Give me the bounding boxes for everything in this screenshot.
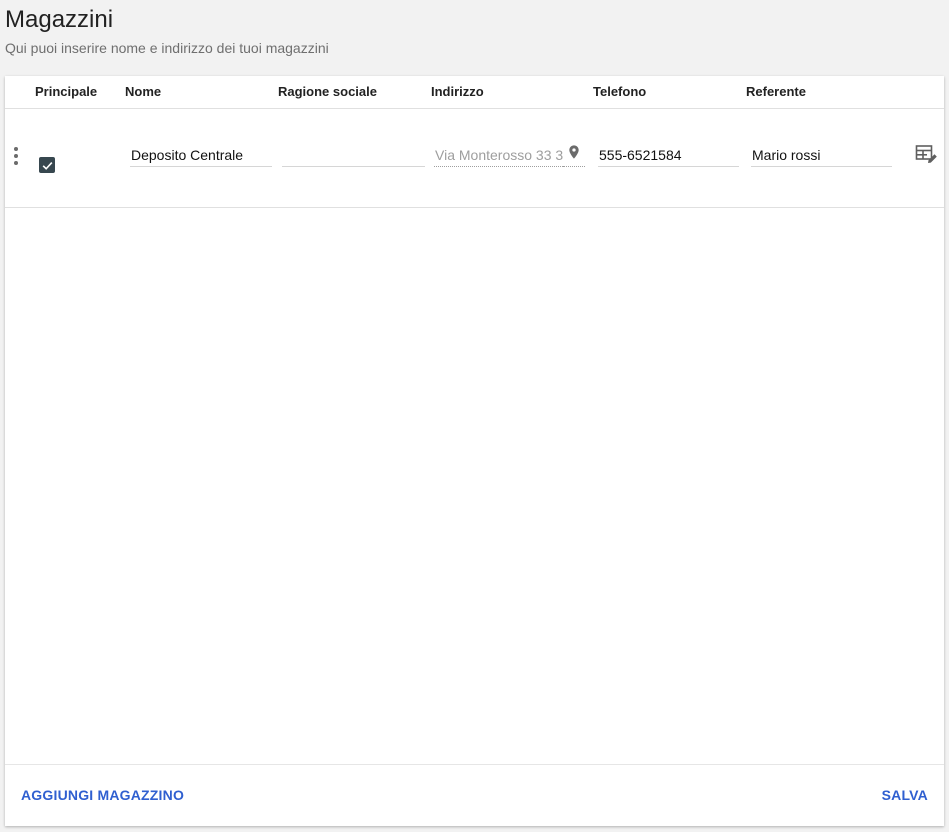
telefono-value: 555-6521584 (599, 147, 682, 163)
table-header: Principale Nome Ragione sociale Indirizz… (5, 76, 944, 109)
column-header-principale: Principale (35, 84, 98, 99)
indirizzo-field[interactable]: Via Monterosso 33 36 (434, 143, 563, 167)
add-warehouse-button[interactable]: AGGIUNGI MAGAZZINO (21, 787, 184, 803)
column-header-telefono: Telefono (593, 84, 647, 99)
column-header-referente: Referente (746, 84, 806, 99)
more-vert-icon[interactable] (14, 147, 18, 165)
telefono-field[interactable]: 555-6521584 (598, 143, 739, 167)
referente-value: Mario rossi (752, 147, 821, 163)
table-row: Deposito Centrale Via Monterosso 33 36 5… (5, 109, 944, 208)
page-title: Magazzini (5, 6, 114, 33)
save-button[interactable]: SALVA (882, 787, 928, 803)
ragione-sociale-field[interactable] (282, 143, 425, 167)
table-edit-icon[interactable] (915, 144, 939, 166)
column-header-nome: Nome (125, 84, 162, 99)
nome-value: Deposito Centrale (131, 147, 244, 163)
nome-field[interactable]: Deposito Centrale (130, 143, 272, 167)
referente-field[interactable]: Mario rossi (751, 143, 892, 167)
warehouses-card: Principale Nome Ragione sociale Indirizz… (5, 76, 944, 826)
check-icon (42, 161, 52, 170)
principale-checkbox[interactable] (39, 157, 55, 173)
page-subtitle: Qui puoi inserire nome e indirizzo dei t… (5, 40, 329, 56)
column-header-indirizzo: Indirizzo (431, 84, 484, 99)
column-header-ragione-sociale: Ragione sociale (278, 84, 377, 99)
indirizzo-value: Via Monterosso 33 36 (435, 147, 563, 163)
card-footer: AGGIUNGI MAGAZZINO SALVA (5, 764, 944, 826)
indirizzo-field-underline (563, 143, 585, 167)
